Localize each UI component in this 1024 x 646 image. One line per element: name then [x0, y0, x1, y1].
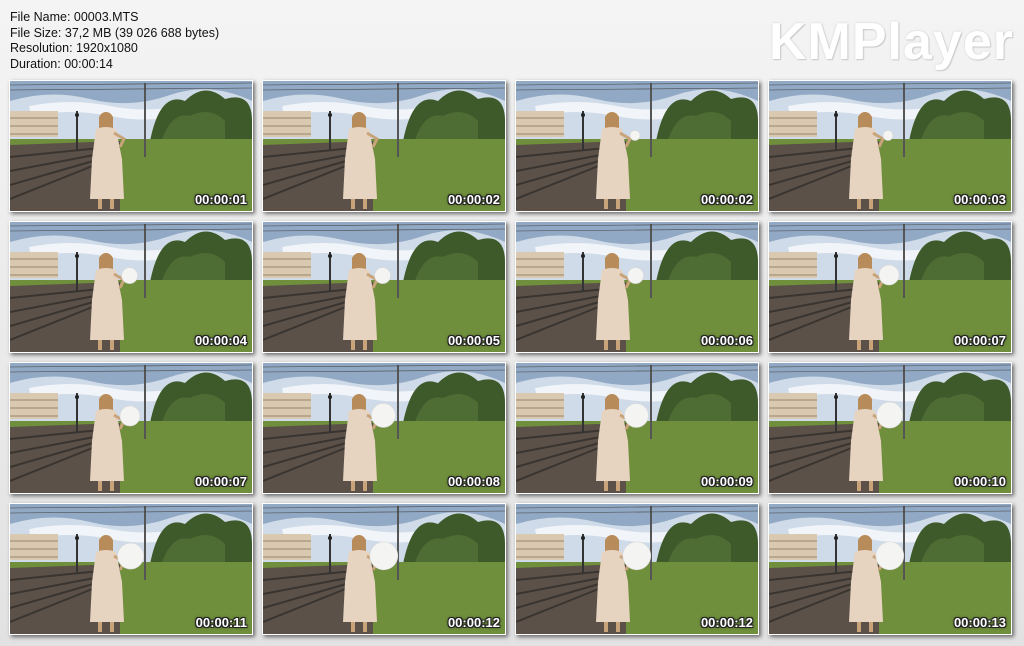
thumbnail[interactable]: 00:00:07 [768, 221, 1012, 353]
thumbnail[interactable]: 00:00:11 [9, 503, 253, 635]
thumbnail[interactable]: 00:00:13 [768, 503, 1012, 635]
timestamp-label: 00:00:04 [194, 333, 247, 348]
thumbnail-grid: 00:00:01 00:00:02 00:00:02 00:00:03 00:0… [0, 0, 1024, 646]
timestamp-label: 00:00:02 [700, 192, 753, 207]
timestamp-label: 00:00:02 [447, 192, 500, 207]
timestamp-label: 00:00:07 [194, 474, 247, 489]
timestamp-label: 00:00:05 [447, 333, 500, 348]
thumbnail[interactable]: 00:00:12 [515, 503, 759, 635]
timestamp-label: 00:00:06 [700, 333, 753, 348]
thumbnail[interactable]: 00:00:02 [515, 80, 759, 212]
thumbnail[interactable]: 00:00:09 [515, 362, 759, 494]
thumbnail[interactable]: 00:00:10 [768, 362, 1012, 494]
thumbnail[interactable]: 00:00:12 [262, 503, 506, 635]
thumbnail[interactable]: 00:00:04 [9, 221, 253, 353]
timestamp-label: 00:00:03 [953, 192, 1006, 207]
thumbnail[interactable]: 00:00:07 [9, 362, 253, 494]
timestamp-label: 00:00:01 [194, 192, 247, 207]
timestamp-label: 00:00:10 [953, 474, 1006, 489]
thumbnail[interactable]: 00:00:05 [262, 221, 506, 353]
timestamp-label: 00:00:11 [195, 615, 247, 630]
timestamp-label: 00:00:08 [447, 474, 500, 489]
thumbnail[interactable]: 00:00:02 [262, 80, 506, 212]
thumbnail[interactable]: 00:00:08 [262, 362, 506, 494]
timestamp-label: 00:00:07 [953, 333, 1006, 348]
timestamp-label: 00:00:12 [447, 615, 500, 630]
thumbnail[interactable]: 00:00:03 [768, 80, 1012, 212]
timestamp-label: 00:00:13 [953, 615, 1006, 630]
timestamp-label: 00:00:12 [700, 615, 753, 630]
thumbnail[interactable]: 00:00:01 [9, 80, 253, 212]
timestamp-label: 00:00:09 [700, 474, 753, 489]
thumbnail[interactable]: 00:00:06 [515, 221, 759, 353]
